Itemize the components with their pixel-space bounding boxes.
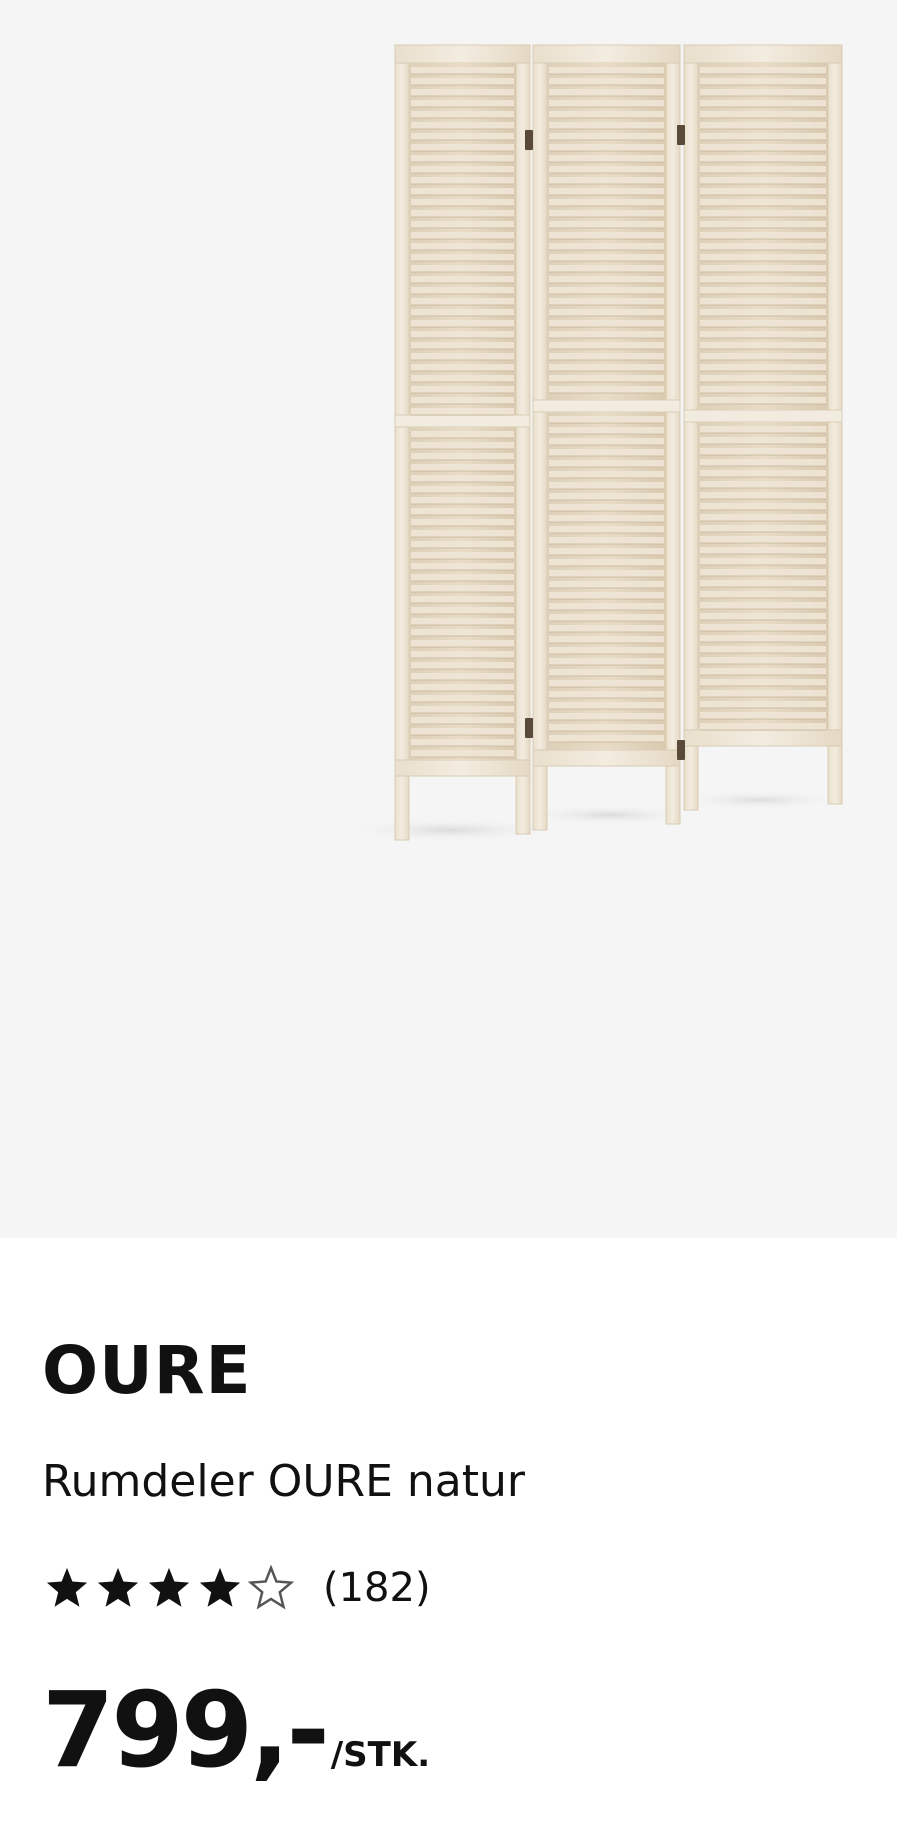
price-value: 799,- bbox=[42, 1669, 330, 1791]
price-unit: /STK. bbox=[330, 1735, 431, 1775]
product-description[interactable]: Rumdeler OURE natur bbox=[42, 1460, 525, 1504]
product-name[interactable]: OURE bbox=[42, 1338, 252, 1404]
product-price: 799,- /STK. bbox=[42, 1678, 430, 1782]
star-filled-icon bbox=[97, 1567, 139, 1607]
product-image[interactable] bbox=[0, 0, 897, 1238]
review-count[interactable]: (182) bbox=[323, 1565, 431, 1611]
star-empty-icon bbox=[248, 1565, 294, 1610]
product-info: OURE Rumdeler OURE natur (182) 799,- /ST… bbox=[0, 1238, 897, 1821]
star-filled-icon bbox=[199, 1567, 241, 1607]
rating-stars bbox=[44, 1565, 299, 1611]
room-divider-image bbox=[340, 44, 843, 842]
star-filled-icon bbox=[46, 1567, 88, 1607]
star-filled-icon bbox=[148, 1567, 190, 1607]
product-rating[interactable]: (182) bbox=[44, 1563, 431, 1613]
